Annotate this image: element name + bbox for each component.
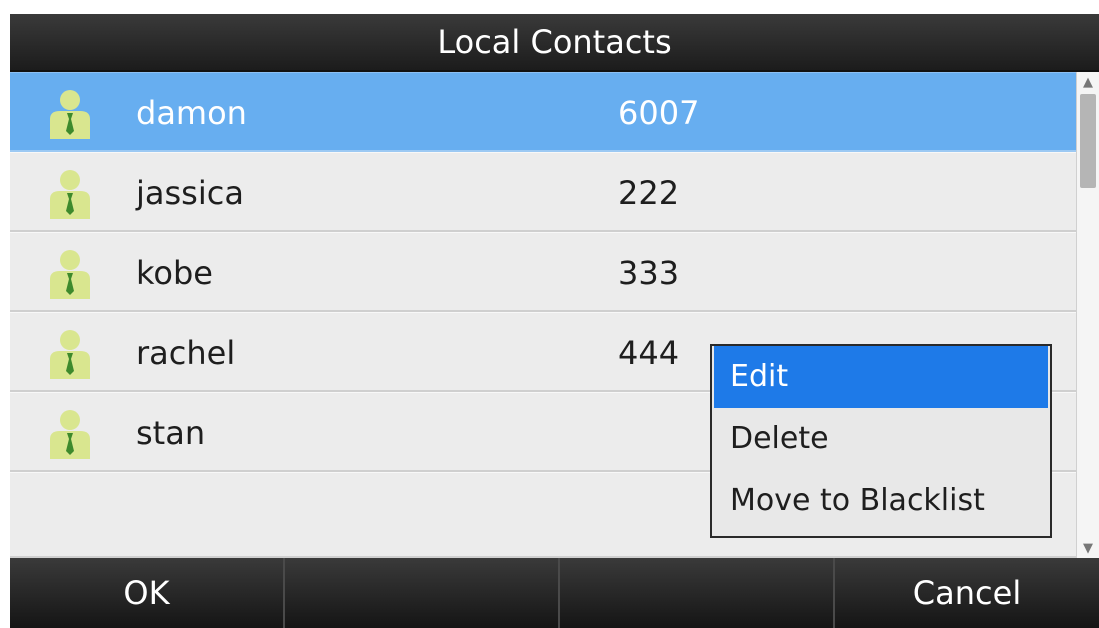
menu-item-move-to-blacklist[interactable]: Move to Blacklist xyxy=(714,470,1048,532)
softkey-2[interactable] xyxy=(285,558,560,628)
contact-number: 222 xyxy=(618,174,680,212)
scrollbar[interactable]: ▲ ▼ xyxy=(1076,72,1099,558)
contact-number: 333 xyxy=(618,254,680,292)
contact-avatar-icon xyxy=(46,169,94,219)
contact-name: stan xyxy=(136,414,206,452)
scroll-thumb[interactable] xyxy=(1080,94,1096,188)
contact-name: rachel xyxy=(136,334,236,372)
contact-number: 444 xyxy=(618,334,680,372)
triangle-up-icon[interactable]: ▲ xyxy=(1077,72,1099,92)
contact-avatar-icon xyxy=(46,89,94,139)
contact-row-jassica[interactable]: jassica 222 xyxy=(10,152,1076,232)
softkey-ok[interactable]: OK xyxy=(10,558,285,628)
contact-avatar-icon xyxy=(46,409,94,459)
contact-avatar-icon xyxy=(46,329,94,379)
contact-number: 6007 xyxy=(618,94,700,132)
page-title: Local Contacts xyxy=(10,14,1099,72)
triangle-down-icon[interactable]: ▼ xyxy=(1077,538,1099,558)
contact-row-kobe[interactable]: kobe 333 xyxy=(10,232,1076,312)
softkey-3[interactable] xyxy=(560,558,835,628)
menu-item-delete[interactable]: Delete xyxy=(714,408,1048,470)
phone-screen: Local Contacts damon 6007 jassica 222 ko… xyxy=(10,14,1099,628)
context-menu: Edit Delete Move to Blacklist xyxy=(710,344,1052,538)
contact-avatar-icon xyxy=(46,249,94,299)
contact-name: damon xyxy=(136,94,247,132)
menu-item-edit[interactable]: Edit xyxy=(714,346,1048,408)
contact-row-damon[interactable]: damon 6007 xyxy=(10,72,1076,152)
softkey-bar: OK Cancel xyxy=(10,558,1099,628)
contact-name: jassica xyxy=(136,174,244,212)
contact-name: kobe xyxy=(136,254,213,292)
softkey-cancel[interactable]: Cancel xyxy=(835,558,1099,628)
